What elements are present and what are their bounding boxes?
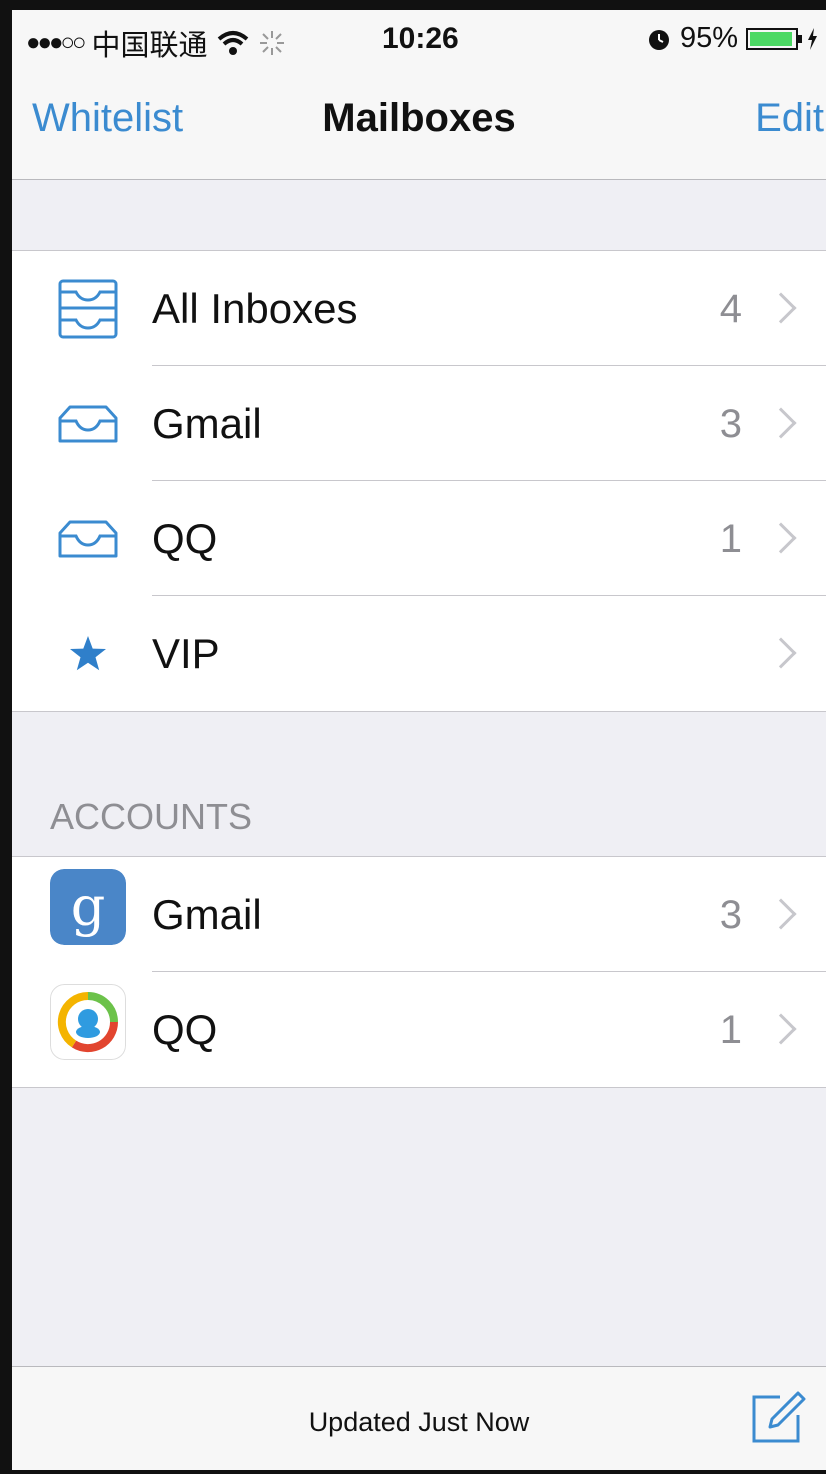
unread-count: 4 [719, 287, 742, 331]
mailbox-row-vip[interactable]: VIP [12, 596, 826, 711]
mailbox-label: QQ [152, 515, 218, 562]
battery-level-fill [750, 31, 792, 46]
unread-count: 1 [719, 517, 742, 561]
activity-spinner-icon [259, 31, 284, 55]
mailboxes-list: All Inboxes 4 Gmail 3 QQ 1 VIP [12, 250, 826, 712]
compose-button[interactable] [750, 1389, 806, 1445]
unread-count: 3 [719, 893, 742, 937]
unread-count: 3 [719, 402, 742, 446]
page-title: Mailboxes [322, 96, 516, 140]
battery-icon [746, 27, 802, 50]
battery-percent: 95% [679, 22, 738, 54]
svg-text:g: g [71, 875, 106, 938]
chevron-right-icon [765, 1013, 797, 1045]
status-time: 10:26 [382, 22, 459, 55]
mailbox-row-all-inboxes[interactable]: All Inboxes 4 [12, 251, 826, 366]
chevron-right-icon [765, 292, 797, 324]
navigation-bar: Whitelist Mailboxes Edit [12, 70, 826, 180]
wifi-icon [217, 31, 248, 55]
account-label: QQ [152, 1006, 218, 1053]
account-row-gmail[interactable]: g Gmail 3 [12, 857, 826, 972]
mailbox-row-gmail[interactable]: Gmail 3 [12, 366, 826, 481]
bottom-toolbar: Updated Just Now [12, 1366, 826, 1470]
accounts-list: g Gmail 3 QQ 1 [12, 856, 826, 1088]
mailbox-row-qq[interactable]: QQ 1 [12, 481, 826, 596]
mailbox-label: Gmail [152, 400, 262, 447]
battery-tip [798, 34, 802, 43]
compose-icon [752, 1391, 806, 1443]
charging-bolt-icon [808, 27, 817, 50]
unread-count: 1 [719, 1008, 742, 1052]
edit-button[interactable]: Edit [755, 96, 824, 141]
chevron-right-icon [765, 407, 797, 439]
status-right: 95% [646, 22, 818, 55]
inbox-tray-icon [48, 507, 128, 571]
gmail-app-icon: g [48, 869, 128, 945]
status-bar: ●●●○○ 中国联通 10:26 95% [12, 10, 826, 70]
mailbox-label: All Inboxes [152, 285, 358, 332]
signal-strength-icon: ●●●○○ [26, 29, 87, 56]
account-row-qq[interactable]: QQ 1 [12, 972, 826, 1087]
phone-screen: ●●●○○ 中国联通 10:26 95% Whitelist Mailboxes… [0, 0, 826, 1474]
all-inboxes-icon [48, 277, 128, 341]
inbox-tray-icon [48, 392, 128, 456]
alarm-clock-icon [648, 29, 669, 50]
chevron-right-icon [765, 898, 797, 930]
qq-app-icon [48, 984, 128, 1060]
mailbox-label: VIP [152, 630, 220, 677]
account-label: Gmail [152, 891, 262, 938]
carrier-label: 中国联通 [91, 30, 208, 62]
chevron-right-icon [765, 522, 797, 554]
star-icon [48, 622, 128, 686]
chevron-right-icon [765, 637, 797, 669]
update-status-text: Updated Just Now [308, 1407, 530, 1437]
accounts-section-header: ACCOUNTS [50, 796, 253, 837]
status-left: ●●●○○ 中国联通 [26, 22, 286, 64]
